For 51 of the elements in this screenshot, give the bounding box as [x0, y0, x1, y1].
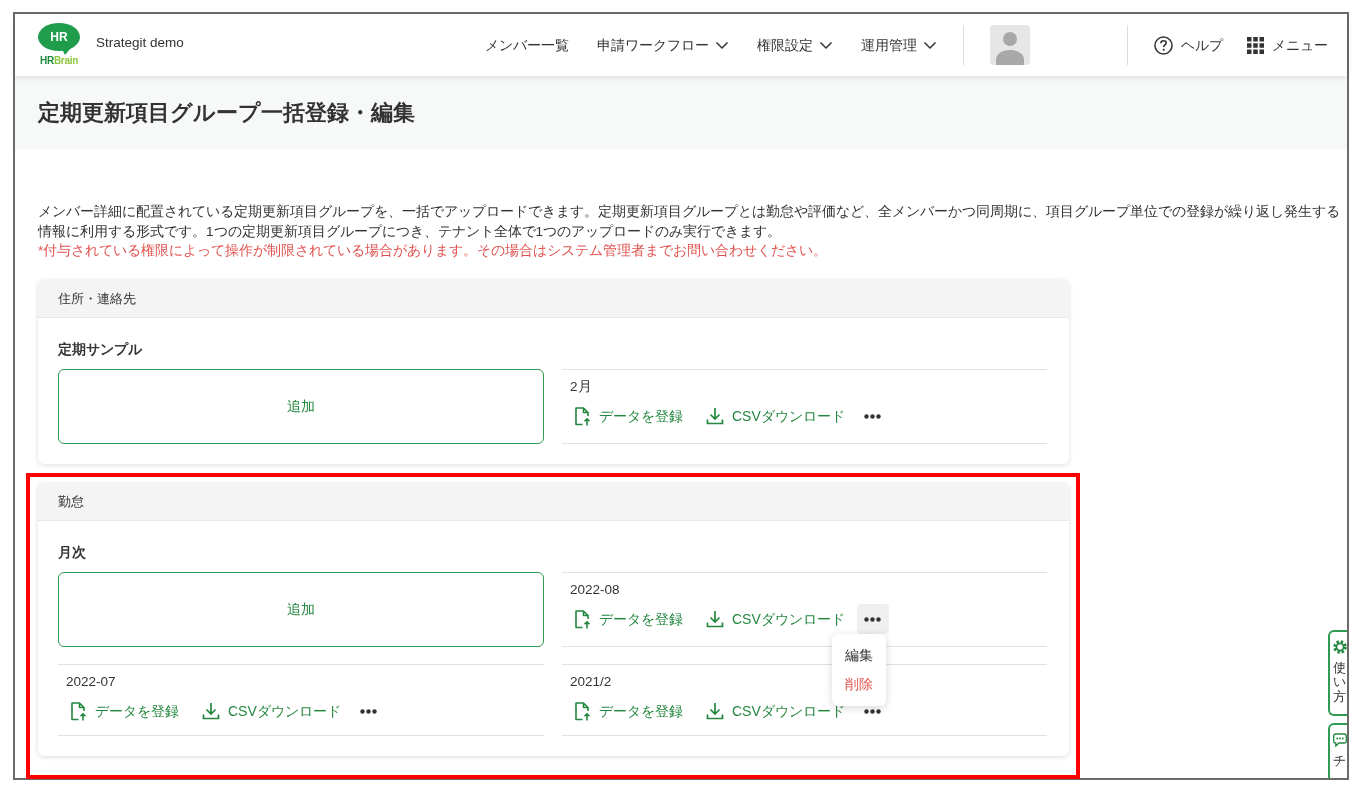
grid-menu-icon	[1247, 36, 1264, 54]
more-icon	[864, 708, 882, 714]
file-upload-icon	[574, 609, 591, 629]
description-text: メンバー詳細に配置されている定期更新項目グループを、一括でアップロードできます。定期更新項目グループとは勤怠や評価など、全メンバーかつ同周期に、項目グループ単位での登録が繰り返し発生する情報に利用する形式です。1つの定期更新項目グループにつき、テナント全体で1つのアップロードのみ実行できます。	[38, 203, 1341, 241]
menu-item[interactable]: 編集	[831, 641, 886, 670]
help-link[interactable]: ヘルプ	[1154, 34, 1223, 56]
more-icon	[360, 708, 378, 714]
permission-notice: *付与されている権限によって操作が制限されている場合があります。その場合はシステム管理者までお問い合わせください。	[38, 242, 829, 260]
logo-bubble: HR	[38, 23, 80, 55]
file-upload-icon	[574, 701, 591, 721]
register-data-link[interactable]: データを登録	[70, 700, 179, 722]
add-button[interactable]: 追加	[58, 369, 544, 444]
register-data-link[interactable]: データを登録	[574, 608, 683, 630]
side-tab[interactable]: チ	[1328, 722, 1347, 778]
help-icon	[1154, 35, 1173, 55]
csv-download-link[interactable]: CSVダウンロード	[202, 700, 341, 722]
more-button[interactable]	[856, 604, 889, 634]
logo-caption: HRBrain	[40, 55, 78, 67]
side-tab[interactable]: 使い方	[1328, 630, 1347, 716]
menu-item[interactable]: 削除	[831, 670, 886, 699]
add-button[interactable]: 追加	[58, 572, 544, 647]
download-icon	[202, 702, 220, 720]
menu-link[interactable]: メニュー	[1247, 34, 1328, 56]
period-label: 2022-07	[66, 673, 116, 691]
period-label: 2022-08	[570, 581, 620, 599]
file-upload-icon	[70, 701, 87, 721]
file-upload-icon	[574, 406, 591, 426]
period-label: 2月	[570, 378, 592, 396]
nav-link[interactable]: 権限設定	[757, 34, 833, 56]
more-icon	[864, 413, 882, 419]
csv-download-link[interactable]: CSVダウンロード	[706, 700, 845, 722]
csv-download-link[interactable]: CSVダウンロード	[706, 608, 845, 630]
more-icon	[864, 616, 882, 622]
section-header: 勤怠	[38, 483, 1069, 521]
nav-link[interactable]: 運用管理	[861, 34, 937, 56]
gear-icon	[1333, 640, 1347, 655]
period-label: 2021/2	[570, 673, 612, 691]
download-icon	[706, 407, 724, 425]
register-data-link[interactable]: データを登録	[574, 700, 683, 722]
csv-download-link[interactable]: CSVダウンロード	[706, 405, 845, 427]
nav-link[interactable]: メンバー一覧	[485, 34, 569, 56]
group-name: 定期サンプル	[58, 341, 142, 359]
download-icon	[706, 610, 724, 628]
download-icon	[706, 702, 724, 720]
register-data-link[interactable]: データを登録	[574, 405, 683, 427]
chat-icon	[1333, 733, 1347, 747]
section-header: 住所・連絡先	[38, 280, 1069, 318]
page-title: 定期更新項目グループ一括登録・編集	[38, 99, 415, 127]
tenant-name: Strategit demo	[96, 33, 184, 52]
nav-link[interactable]: 申請ワークフロー	[597, 34, 729, 56]
group-name: 月次	[58, 544, 86, 562]
